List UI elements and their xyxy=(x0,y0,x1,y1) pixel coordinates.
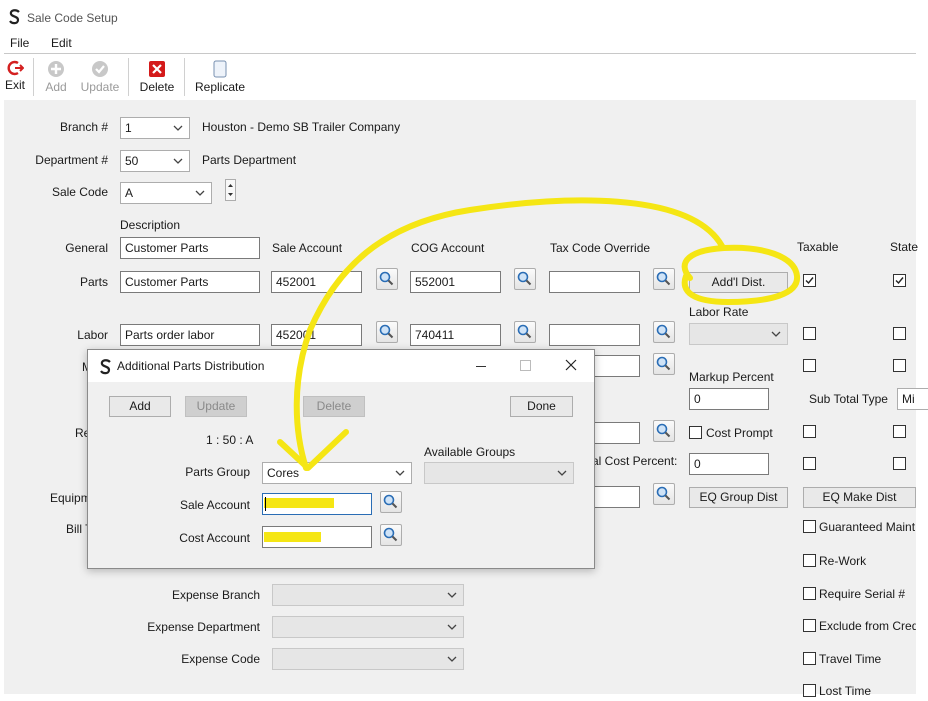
highlight-annotation xyxy=(277,197,800,471)
